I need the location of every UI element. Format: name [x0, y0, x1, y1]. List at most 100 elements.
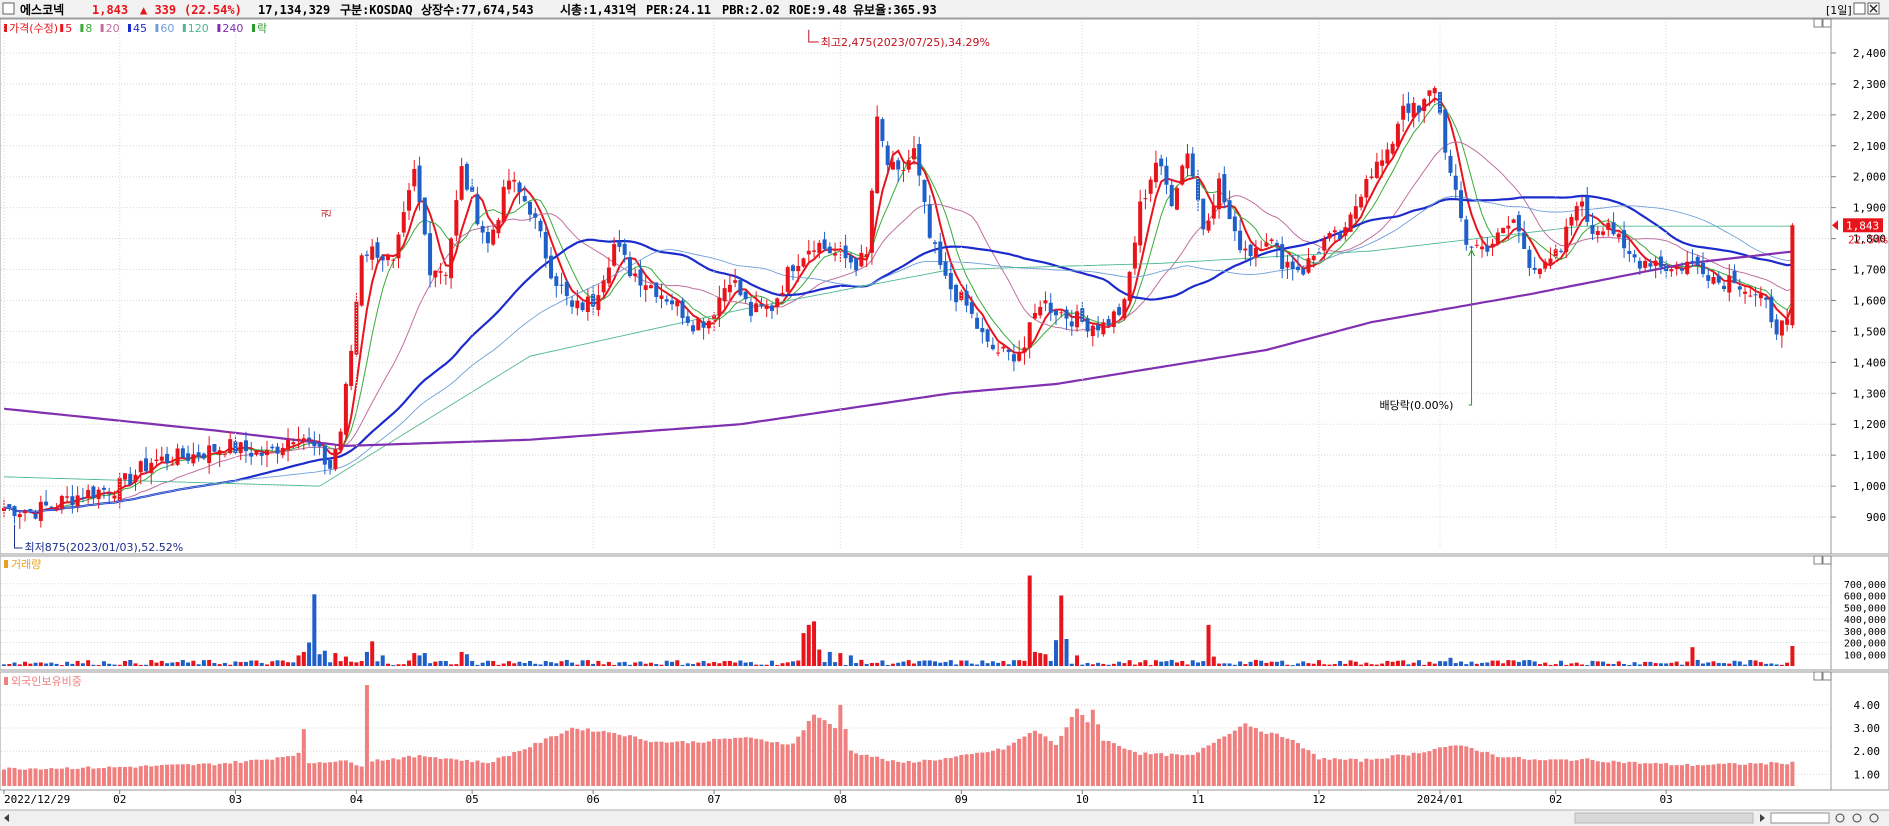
volume-bar [144, 664, 149, 666]
volume-bar [706, 663, 711, 666]
foreign-bar [1374, 758, 1379, 786]
candle-body [107, 493, 112, 495]
candle-body [1259, 249, 1264, 251]
candle-body [428, 233, 433, 276]
volume-bar [217, 664, 222, 666]
volume-bar [1122, 663, 1127, 666]
volume-bar [1616, 661, 1621, 666]
volume-bar [191, 660, 196, 666]
volume-bar [1448, 657, 1453, 666]
candle-body [12, 506, 17, 516]
volume-bar [1390, 661, 1395, 666]
volume-bar [954, 664, 959, 666]
panel-close-icon[interactable] [1822, 18, 1832, 28]
candle-body [44, 501, 49, 506]
foreign-bar [854, 753, 859, 786]
volume-bar [506, 661, 511, 666]
volume-bar [601, 664, 606, 666]
volume-bar [543, 661, 548, 666]
foreign-bar [1495, 757, 1500, 786]
foreign-bar [1006, 745, 1011, 786]
volume-bar [1253, 659, 1258, 666]
foreign-bar [1390, 755, 1395, 786]
candle-body [1627, 250, 1632, 255]
candle-body [1148, 179, 1153, 194]
volume-tick-label: 700,000 [1844, 580, 1886, 591]
foreign-bar [107, 766, 112, 786]
foreign-bar [1322, 758, 1327, 786]
volume-panel-close-icon[interactable] [1822, 555, 1832, 565]
volume-bar [28, 663, 33, 666]
volume-bar [1406, 664, 1411, 666]
volume-bar [1432, 663, 1437, 666]
foreign-bar [38, 769, 43, 786]
listed-shares: 상장수:77,674,543 [421, 2, 534, 17]
volume-bar [591, 663, 596, 666]
volume-panel-maximize-icon[interactable] [1813, 555, 1823, 565]
foreign-legend-swatch [4, 677, 8, 685]
volume-bar [1627, 664, 1632, 666]
volume-bar [1227, 663, 1232, 666]
foreign-bar [533, 742, 538, 786]
candle-body [1369, 176, 1374, 178]
foreign-panel-maximize-icon[interactable] [1813, 671, 1823, 681]
volume-bar [1348, 660, 1353, 666]
foreign-bar [291, 755, 296, 786]
candle-body [1096, 324, 1101, 331]
candle-body [1132, 242, 1137, 269]
candle-body [149, 462, 154, 474]
candle-body [638, 269, 643, 286]
foreign-bar [1380, 758, 1385, 786]
volume-bar [443, 661, 448, 666]
foreign-bar [1637, 763, 1642, 786]
foreign-bar [675, 741, 680, 786]
foreign-bar [938, 759, 943, 786]
price-tick-label: 2,400 [1853, 47, 1886, 60]
foreign-bar [717, 739, 722, 786]
volume-bar [380, 655, 385, 666]
volume-bar [1648, 661, 1653, 666]
candle-body [317, 443, 322, 447]
foreign-bar [496, 757, 501, 786]
foreign-bar [470, 762, 475, 786]
volume-panel: 100,000200,000300,000400,000500,000600,0… [0, 555, 1889, 671]
volume-bar [1622, 663, 1627, 666]
volume-tick-label: 500,000 [1844, 603, 1886, 614]
foreign-bar [501, 756, 506, 786]
foreign-bar [1059, 735, 1064, 786]
panel-maximize-icon[interactable] [1813, 18, 1823, 28]
volume-bar [817, 649, 822, 666]
candle-body [33, 513, 38, 519]
candle-body [869, 190, 874, 253]
candle-body [796, 265, 801, 272]
candle-body [648, 285, 653, 289]
volume-bar [17, 664, 22, 666]
window-menu-icon[interactable] [2, 2, 15, 15]
volume-bar [1185, 664, 1190, 666]
zoom-slider[interactable] [1770, 812, 1830, 824]
foreign-bar [722, 738, 727, 786]
candle-body [748, 301, 753, 316]
candle-body [401, 212, 406, 233]
volume-bar [917, 661, 922, 666]
scroll-thumb[interactable] [1574, 812, 1754, 824]
volume-bar [1674, 661, 1679, 666]
foreign-bar [1474, 750, 1479, 786]
foreign-bar [1643, 763, 1648, 786]
candle-body [1611, 222, 1616, 235]
volume-bar [1153, 660, 1158, 666]
volume-bar [606, 661, 611, 666]
foreign-bar [927, 759, 932, 786]
volume-bar [259, 662, 264, 666]
bottom-scrollbar[interactable] [0, 809, 1889, 826]
volume-bar [238, 662, 243, 666]
window-restore-icon[interactable] [1853, 2, 1866, 15]
volume-bar [375, 661, 380, 666]
foreign-panel-close-icon[interactable] [1822, 671, 1832, 681]
foreign-bar [1437, 747, 1442, 786]
candle-body [1648, 263, 1653, 267]
candle-body [1643, 260, 1648, 268]
period-selector[interactable]: [1일] [1826, 3, 1852, 17]
volume-tick-label: 200,000 [1844, 639, 1886, 650]
candle-body [617, 241, 622, 247]
